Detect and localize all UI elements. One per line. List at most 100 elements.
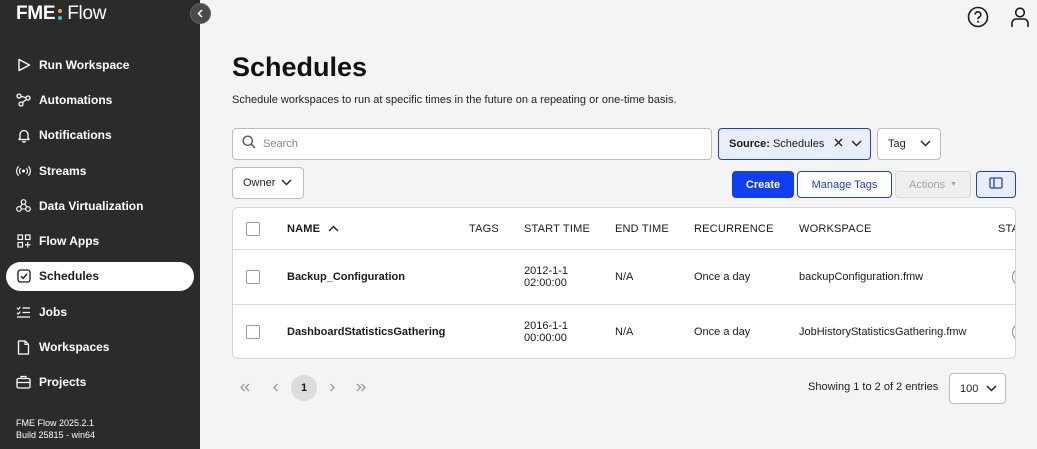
logo-flow-text: Flow: [67, 3, 107, 24]
chevron-down-icon: [851, 138, 862, 150]
source-filter-key: Source:: [729, 138, 770, 150]
owner-filter-dropdown[interactable]: Owner: [232, 167, 304, 199]
sidebar-item-data-virtualization[interactable]: Data Virtualization: [0, 188, 200, 223]
sidebar-item-label: Automations: [39, 92, 113, 107]
logo-fme-text: FME: [16, 3, 56, 24]
clear-filter-icon[interactable]: [834, 138, 843, 150]
sidebar-item-schedules[interactable]: Schedules: [0, 259, 200, 294]
column-header-recurrence[interactable]: RECURRENCE: [694, 223, 774, 235]
sidebar: FME Flow Run Workspace Automations Notif…: [0, 0, 200, 449]
sidebar-item-label: Projects: [39, 375, 87, 390]
table-header: NAME TAGS START TIME END TIME RECURRENCE…: [233, 208, 1015, 250]
bell-icon: [16, 128, 31, 143]
manage-tags-button[interactable]: Manage Tags: [797, 171, 892, 198]
sidebar-item-label: Workspaces: [39, 340, 110, 355]
column-header-end-time[interactable]: END TIME: [615, 223, 669, 235]
chevron-down-icon: [281, 177, 292, 189]
sidebar-item-run-workspace[interactable]: Run Workspace: [0, 47, 200, 82]
help-icon: [967, 6, 989, 32]
help-button[interactable]: [967, 6, 989, 28]
sidebar-item-automations[interactable]: Automations: [0, 82, 200, 117]
chevron-left-icon: [272, 381, 279, 395]
select-all-checkbox[interactable]: [246, 222, 260, 236]
create-button[interactable]: Create: [732, 171, 794, 198]
column-settings-button[interactable]: [976, 171, 1016, 198]
user-icon: [1009, 7, 1031, 32]
collapse-sidebar-button[interactable]: [190, 3, 211, 24]
column-header-tags[interactable]: TAGS: [469, 223, 499, 235]
chevron-down-icon: [986, 383, 997, 395]
schedule-workspace: backupConfiguration.fmw: [799, 271, 924, 283]
schedule-start-time: 2012-1-1 02:00:00: [524, 265, 569, 289]
schedule-end-time: N/A: [615, 271, 634, 283]
table-row[interactable]: Backup_Configuration 2012-1-1 02:00:00 N…: [233, 250, 1015, 305]
fme-flow-logo[interactable]: FME Flow: [16, 3, 106, 25]
next-page-button[interactable]: [325, 376, 339, 400]
owner-filter-label: Owner: [243, 177, 276, 189]
row-checkbox[interactable]: [246, 270, 260, 284]
sidebar-item-projects[interactable]: Projects: [0, 365, 200, 400]
schedule-recurrence: Once a day: [694, 271, 751, 283]
schedule-workspace: JobHistoryStatisticsGathering.fmw: [799, 326, 967, 338]
sidebar-item-label: Streams: [39, 163, 87, 178]
column-header-status[interactable]: STA: [998, 223, 1015, 235]
chevron-down-icon: [920, 138, 931, 150]
sidebar-item-label: Data Virtualization: [39, 198, 144, 213]
sidebar-item-label: Run Workspace: [39, 57, 130, 72]
play-icon: [16, 57, 31, 72]
projects-briefcase-icon: [16, 375, 31, 390]
double-chevron-left-icon: [239, 381, 251, 395]
user-menu-button[interactable]: [1009, 6, 1031, 28]
column-header-name[interactable]: NAME: [287, 223, 339, 235]
sort-ascending-icon: [328, 223, 339, 235]
sidebar-item-label: Flow Apps: [39, 234, 100, 249]
sidebar-nav: Run Workspace Automations Notifications …: [0, 47, 200, 400]
actions-label: Actions: [908, 178, 946, 191]
row-checkbox[interactable]: [246, 325, 260, 339]
source-filter-chip[interactable]: Source: Schedules: [718, 128, 871, 160]
version-info: FME Flow 2025.2.1 Build 25815 - win64: [16, 417, 95, 441]
logo-dots-icon: [58, 8, 63, 20]
version-number: FME Flow 2025.2.1: [16, 418, 95, 428]
automations-icon: [16, 92, 31, 107]
sidebar-item-jobs[interactable]: Jobs: [0, 294, 200, 329]
schedules-table: NAME TAGS START TIME END TIME RECURRENCE…: [232, 207, 1016, 359]
sidebar-item-label: Jobs: [39, 304, 68, 319]
chevron-left-icon: [196, 5, 205, 23]
workspaces-file-icon: [16, 339, 31, 355]
table-row[interactable]: DashboardStatisticsGathering 2016-1-1 00…: [233, 305, 1015, 358]
sidebar-item-label: Notifications: [39, 128, 112, 143]
schedule-name[interactable]: Backup_Configuration: [287, 271, 405, 283]
first-page-button[interactable]: [236, 376, 254, 400]
streams-icon: [16, 163, 31, 178]
status-toggle[interactable]: [1012, 323, 1015, 341]
column-header-workspace[interactable]: WORKSPACE: [799, 223, 872, 235]
search-input[interactable]: [263, 138, 663, 150]
calendar-check-icon: [16, 269, 31, 284]
sidebar-item-notifications[interactable]: Notifications: [0, 118, 200, 153]
page-title: Schedules: [232, 52, 368, 82]
sidebar-item-workspaces[interactable]: Workspaces: [0, 329, 200, 364]
double-chevron-right-icon: [355, 381, 367, 395]
previous-page-button[interactable]: [268, 376, 282, 400]
jobs-list-icon: [16, 304, 31, 319]
actions-button[interactable]: Actions ▼: [895, 171, 971, 198]
last-page-button[interactable]: [352, 376, 370, 400]
sidebar-panel-icon: [989, 177, 1003, 192]
status-toggle[interactable]: [1012, 268, 1015, 286]
sidebar-item-flow-apps[interactable]: Flow Apps: [0, 223, 200, 258]
schedule-name[interactable]: DashboardStatisticsGathering: [287, 326, 445, 338]
schedule-start-time: 2016-1-1 00:00:00: [524, 320, 569, 344]
page-description: Schedule workspaces to run at specific t…: [232, 94, 677, 106]
chevron-right-icon: [329, 381, 336, 395]
flow-apps-icon: [16, 234, 31, 249]
page-size-select[interactable]: 100: [949, 373, 1006, 404]
schedule-recurrence: Once a day: [694, 326, 751, 338]
sidebar-item-streams[interactable]: Streams: [0, 153, 200, 188]
tag-filter-dropdown[interactable]: Tag: [877, 128, 941, 160]
entries-info: Showing 1 to 2 of 2 entries: [808, 381, 939, 393]
search-box[interactable]: [232, 128, 712, 160]
tag-filter-label: Tag: [888, 138, 906, 150]
page-number-button[interactable]: 1: [291, 375, 317, 401]
column-header-start-time[interactable]: START TIME: [524, 223, 590, 235]
